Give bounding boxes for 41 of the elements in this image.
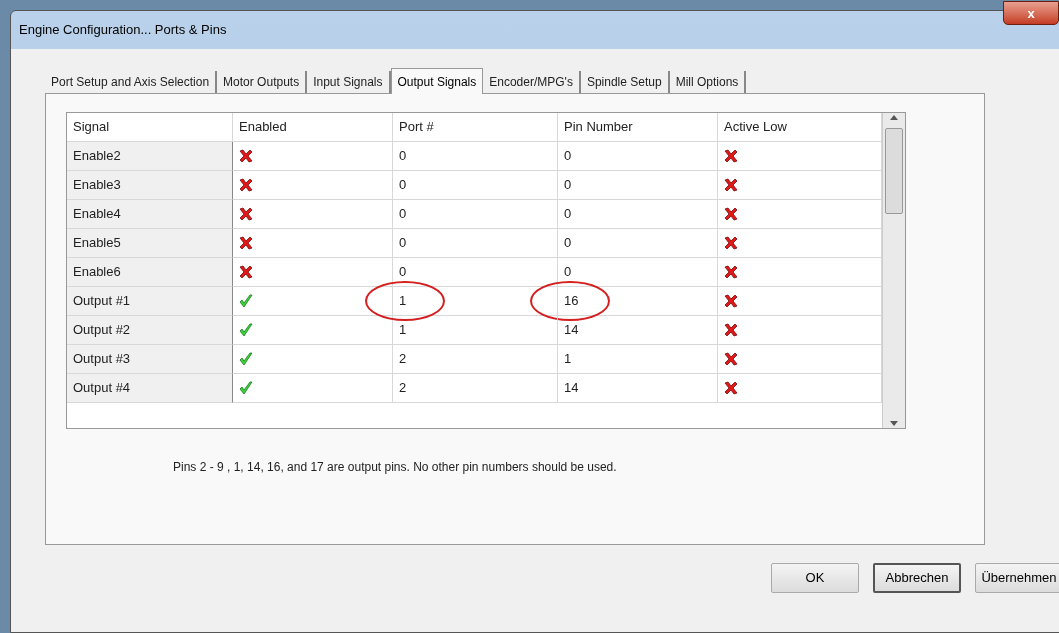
column-header[interactable]: Pin Number — [558, 113, 718, 142]
table-cell-text: 1 — [399, 321, 407, 340]
table-cell-text: 0 — [399, 176, 407, 195]
note-text: Pins 2 - 9 , 1, 14, 16, and 17 are output pins. No other pin numbers should be used. — [173, 460, 617, 474]
row-header: Output #3 — [67, 345, 233, 374]
table-cell-text: 14 — [564, 379, 579, 398]
table-cell-text: 1 — [564, 350, 572, 369]
row-header: Enable2 — [67, 142, 233, 171]
table-cell-text: 14 — [564, 321, 579, 340]
table-cell-text: 2 — [399, 379, 407, 398]
column-header[interactable]: Enabled — [233, 113, 393, 142]
scrollbar-thumb[interactable] — [885, 128, 903, 214]
row-header: Output #1 — [67, 287, 233, 316]
row-header: Enable3 — [67, 171, 233, 200]
column-header[interactable]: Active Low — [718, 113, 882, 142]
window-title: Engine Configuration... Ports & Pins — [19, 21, 227, 40]
table-cell-text: 0 — [564, 205, 572, 224]
table-cell-text: 0 — [399, 263, 407, 282]
row-header: Enable5 — [67, 229, 233, 258]
table-cell-text: 0 — [564, 147, 572, 166]
scroll-down-icon[interactable] — [890, 421, 898, 426]
row-header: Output #2 — [67, 316, 233, 345]
table-cell-text: 0 — [564, 263, 572, 282]
column-header[interactable]: Port # — [393, 113, 558, 142]
table-cell-text: 0 — [399, 205, 407, 224]
table-cell-text: 0 — [564, 234, 572, 253]
table-cell-text: 1 — [399, 292, 407, 311]
table-cell-text: 0 — [564, 176, 572, 195]
dialog-button[interactable]: Abbrechen — [873, 563, 961, 593]
tab[interactable]: Output Signals — [390, 68, 484, 94]
column-header[interactable]: Signal — [67, 113, 233, 142]
table-cell-text: 2 — [399, 350, 407, 369]
row-header: Output #4 — [67, 374, 233, 403]
table-cell-text: 16 — [564, 292, 579, 311]
row-header: Enable4 — [67, 200, 233, 229]
row-header: Enable6 — [67, 258, 233, 287]
dialog-button[interactable]: OK — [771, 563, 859, 593]
dialog-button[interactable]: Übernehmen — [975, 563, 1059, 593]
scroll-up-icon[interactable] — [890, 115, 898, 120]
table-cell-text: 0 — [399, 234, 407, 253]
table-cell-text: 0 — [399, 147, 407, 166]
